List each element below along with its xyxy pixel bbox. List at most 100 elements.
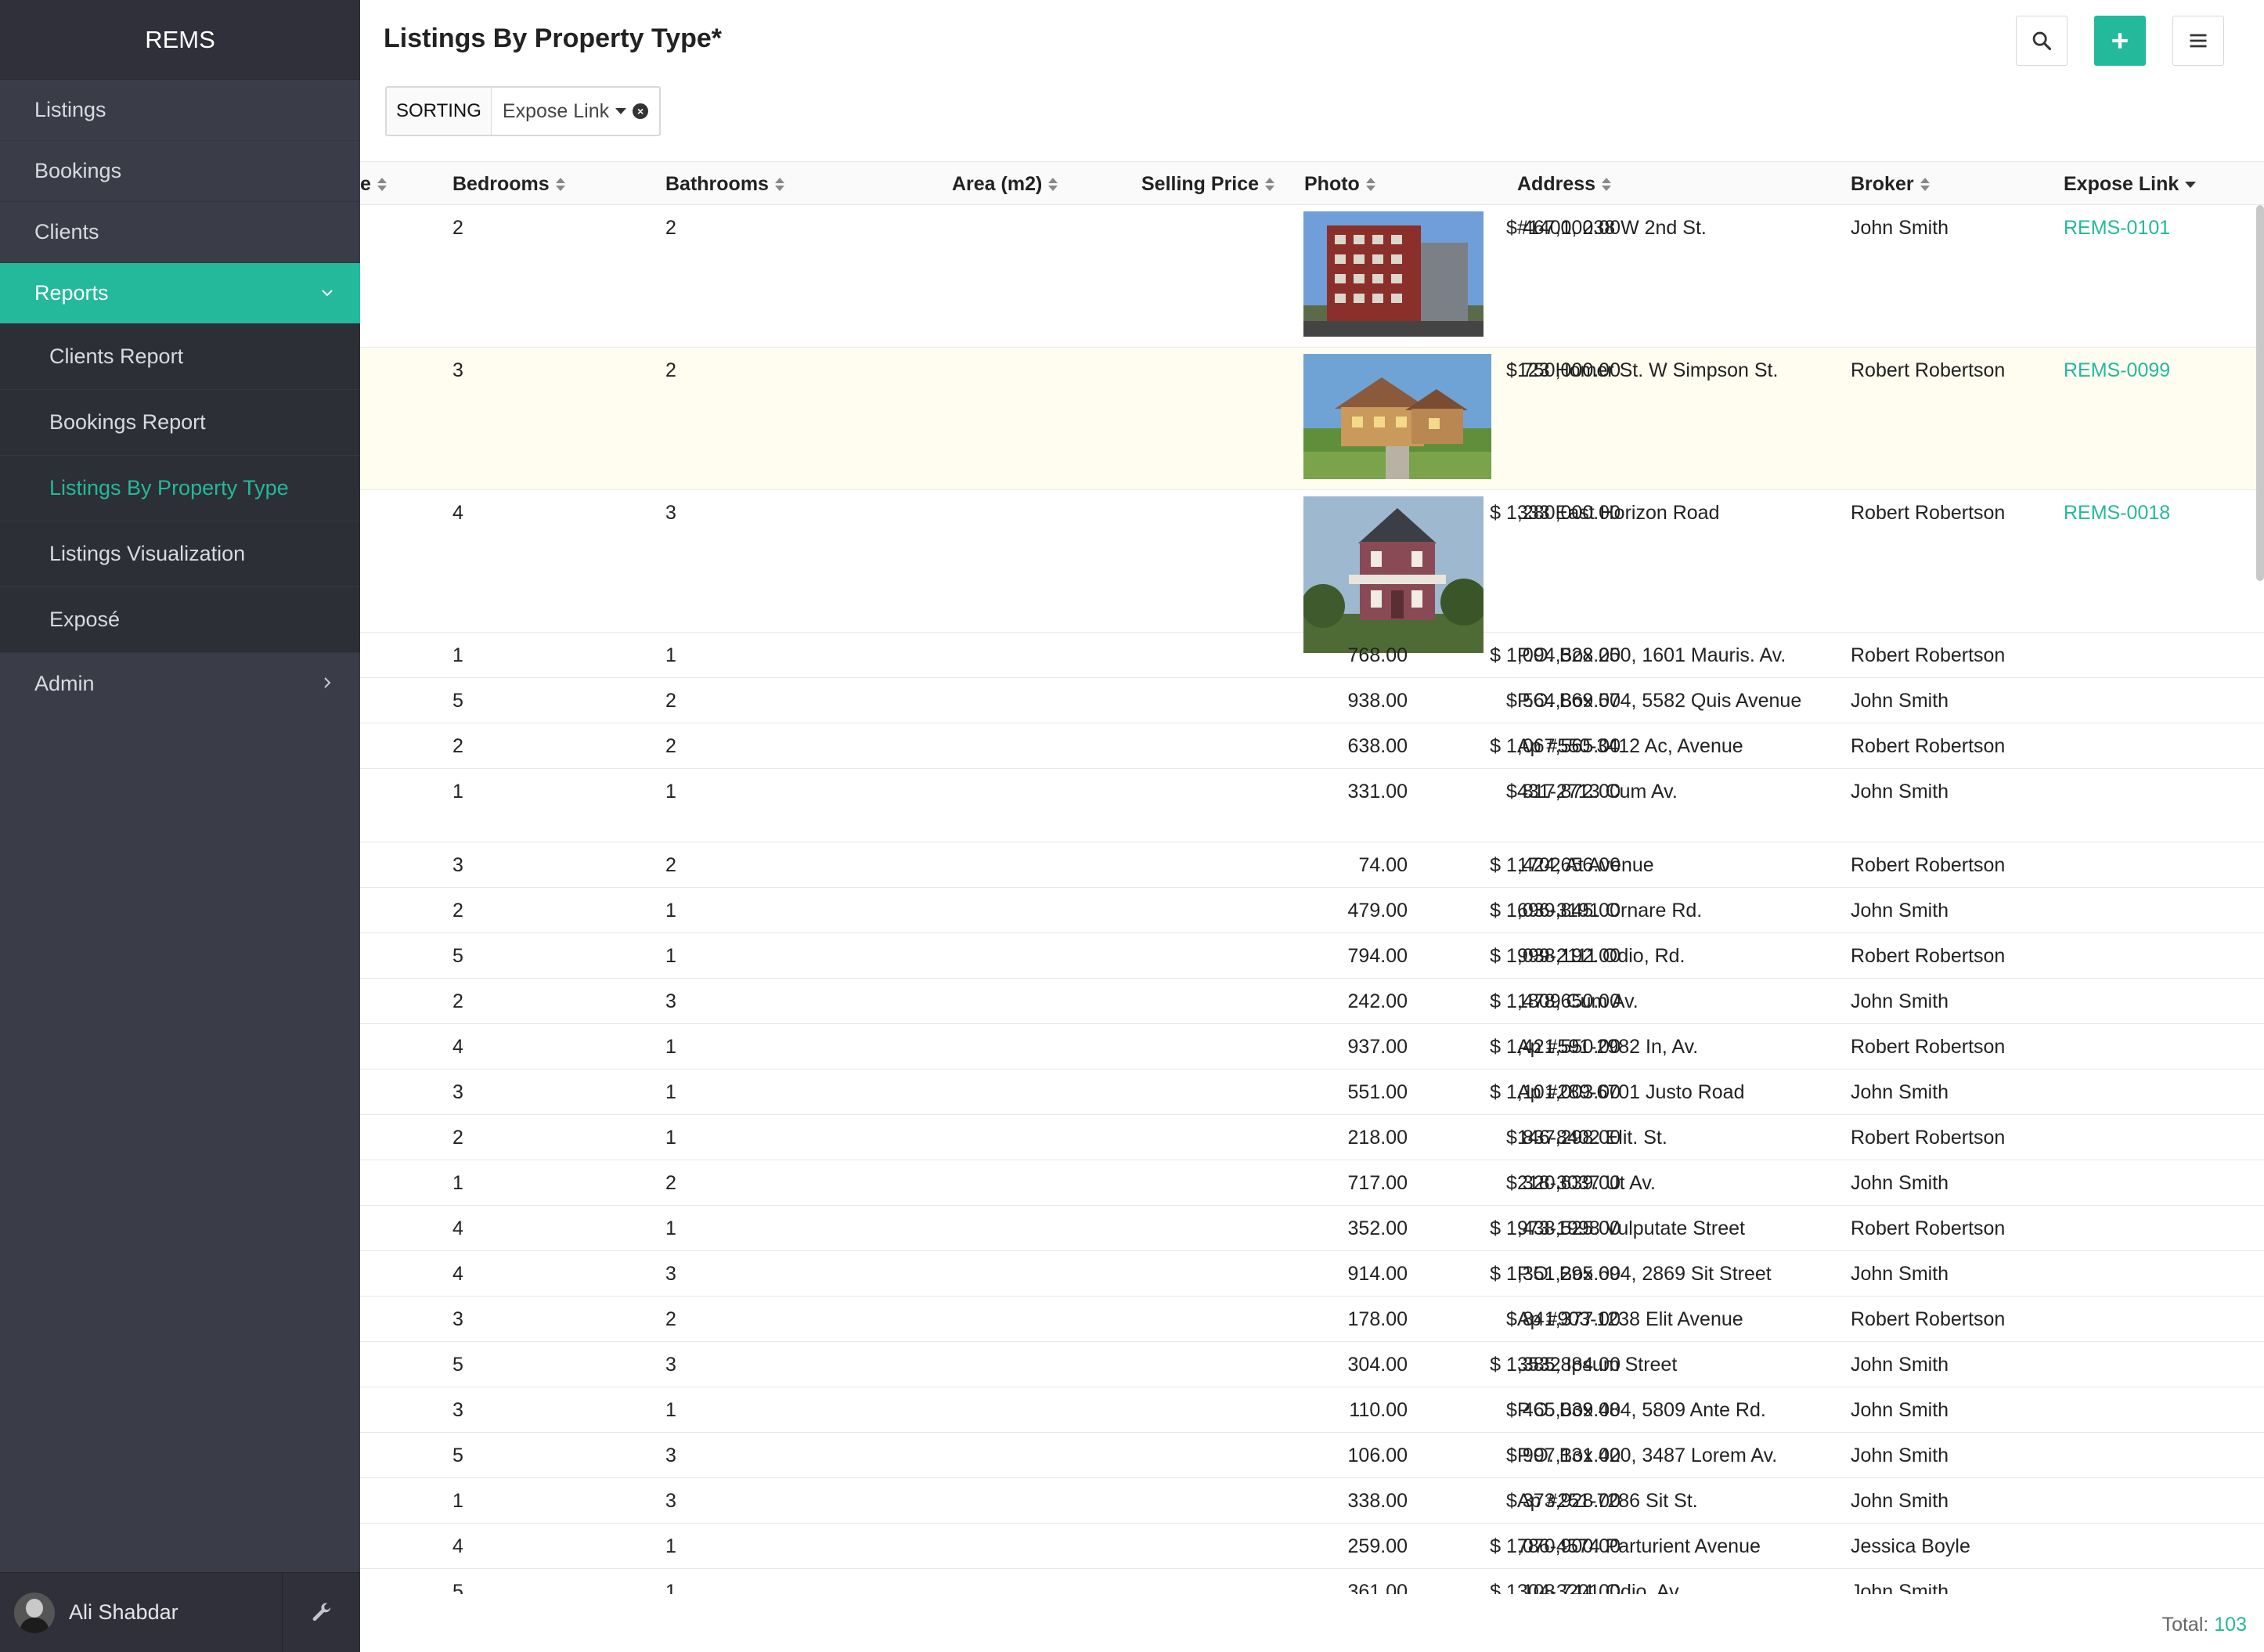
- cell-area: 352.00: [1347, 1217, 1408, 1239]
- column-header-bathrooms[interactable]: Bathrooms: [665, 173, 784, 196]
- sidebar-item-clients[interactable]: Clients: [0, 202, 360, 263]
- sidebar-subitem-label: Bookings Report: [49, 410, 206, 434]
- table-row[interactable]: 2 3 242.00 $ 1,478,650.00 1809 Cum Av. John S…: [360, 979, 2264, 1024]
- sidebar-subitem-bookings-report[interactable]: Bookings Report: [0, 390, 360, 456]
- listing-photo[interactable]: [1303, 354, 1491, 485]
- vertical-scrollbar[interactable]: [2256, 205, 2264, 581]
- cell-broker: John Smith: [1851, 1581, 1949, 1594]
- column-header-photo[interactable]: Photo: [1304, 173, 1375, 196]
- sorting-field-dropdown[interactable]: Expose Link ×: [492, 88, 659, 135]
- cell-broker: Robert Robertson: [1851, 359, 2006, 381]
- cell-broker: Robert Robertson: [1851, 854, 2006, 876]
- table-row[interactable]: 1 3 338.00 $ 373,928.00 Ap #251-7286 Sit St.…: [360, 1478, 2264, 1524]
- table-row[interactable]: 4 3 914.00 $ 1,351,295.00 P.O. Box 694, 2869…: [360, 1251, 2264, 1297]
- table-row[interactable]: 1 2 717.00 $ 320,639.00 218-3037 Ut Av. John …: [360, 1160, 2264, 1206]
- table-row[interactable]: 1 1 331.00 $ 817,872.00 431-2713 Cum Av. John…: [360, 769, 2264, 842]
- table-row[interactable]: 3 1 551.00 $ 1,101,003.00 Ap #289-6701 Justo…: [360, 1069, 2264, 1115]
- sidebar-item-label: Listings: [34, 98, 106, 121]
- cell-area: 479.00: [1347, 900, 1408, 922]
- table-row[interactable]: 5 2 938.00 $ 564,869.00 P.O. Box 574, 5582 Q…: [360, 678, 2264, 723]
- column-header-address[interactable]: Address: [1517, 173, 1612, 196]
- cell-address: P.O. Box 250, 1601 Mauris. Av.: [1517, 644, 1786, 666]
- table-row[interactable]: 3 2 74.00 $ 1,424,656.00 1702 At Avenue Rober…: [360, 842, 2264, 888]
- column-header-selling-price[interactable]: Selling Price: [1141, 173, 1275, 196]
- cell-bedrooms: 5: [452, 1354, 463, 1376]
- search-button[interactable]: [2016, 16, 2068, 66]
- caret-down-icon: [615, 108, 627, 114]
- cell-address: 3532 Ipsum Street: [1517, 1354, 1678, 1376]
- avatar[interactable]: [14, 1592, 55, 1633]
- column-header-expose-link[interactable]: Expose Link: [2064, 173, 2197, 196]
- table-row[interactable]: 2 2 638.00 $ 1,067,565.00 Ap #550-3412 Ac, A…: [360, 723, 2264, 769]
- sort-icon: [377, 177, 387, 193]
- column-header-broker[interactable]: Broker: [1851, 173, 1930, 196]
- remove-sort-icon[interactable]: ×: [633, 103, 649, 119]
- cell-address: #1401, 238 W 2nd St.: [1517, 217, 1707, 239]
- sidebar-item-listings[interactable]: Listings: [0, 80, 360, 141]
- sidebar-subitem-listings-visualization[interactable]: Listings Visualization: [0, 521, 360, 587]
- table-row[interactable]: 3 2 178.00 $ 841,377.00 Ap #903-1238 Elit Av…: [360, 1297, 2264, 1342]
- sidebar-subitem-label: Listings Visualization: [49, 542, 246, 565]
- cell-area: 304.00: [1347, 1354, 1408, 1376]
- table-row[interactable]: 5 1 361.00 $ 1,108,744.00 304-3201 Odio, Av.…: [360, 1569, 2264, 1594]
- sidebar-item-admin[interactable]: Admin: [0, 653, 360, 714]
- column-header-property-type[interactable]: e: [360, 173, 387, 196]
- cell-address: P.O. Box 574, 5582 Quis Avenue: [1517, 690, 1802, 712]
- sort-icon: [774, 177, 784, 193]
- cell-bathrooms: 1: [665, 945, 676, 967]
- expose-link[interactable]: REMS-0101: [2064, 217, 2170, 240]
- total-count: 103: [2214, 1614, 2247, 1636]
- sidebar-subitem-listings-by-property-type[interactable]: Listings By Property Type: [0, 456, 360, 521]
- table-row[interactable]: 2 1 218.00 $ 837,298.00 146-8402 Elit. St. Ro…: [360, 1115, 2264, 1160]
- cell-bedrooms: 1: [452, 644, 463, 666]
- cell-area: 110.00: [1349, 1399, 1408, 1421]
- user-name[interactable]: Ali Shabdar: [69, 1600, 282, 1625]
- menu-button[interactable]: [2172, 16, 2224, 66]
- main-content: Listings By Property Type* SORTING Expos…: [360, 0, 2264, 1652]
- settings-wrench-button[interactable]: [282, 1573, 360, 1652]
- cell-broker: John Smith: [1851, 217, 1949, 239]
- sidebar-item-reports[interactable]: Reports: [0, 263, 360, 324]
- house-photo: [1303, 354, 1491, 479]
- cell-bedrooms: 2: [452, 217, 463, 239]
- table-row[interactable]: 5 3 106.00 $ 997,131.00 P.O. Box 420, 3487 L…: [360, 1433, 2264, 1478]
- listing-photo[interactable]: [1303, 211, 1483, 342]
- cell-bedrooms: 1: [452, 1172, 463, 1194]
- table-footer: Total: 103: [2162, 1614, 2247, 1636]
- cell-bedrooms: 4: [452, 502, 463, 524]
- sidebar-subitem-clients-report[interactable]: Clients Report: [0, 324, 360, 390]
- table-row[interactable]: 3 1 110.00 $ 465,039.00 P.O. Box 484, 5809 A…: [360, 1387, 2264, 1433]
- column-header-label: Area (m2): [952, 173, 1043, 195]
- cell-address: 999-2111 Odio, Rd.: [1517, 945, 1685, 967]
- table-row[interactable]: 4 1 352.00 $ 1,438,525.00 973-1998 Vulputate…: [360, 1206, 2264, 1251]
- brand-logo[interactable]: REMS: [0, 0, 360, 80]
- add-button[interactable]: [2094, 16, 2146, 66]
- table-row[interactable]: 5 1 794.00 $ 1,038,192.00 999-2111 Odio, Rd.…: [360, 933, 2264, 979]
- listings-table: e Bedrooms Bathrooms Area (m2) Selling P…: [360, 161, 2264, 1594]
- table-row[interactable]: 4 1 937.00 $ 1,421,550.00 Ap #591-2982 In, A…: [360, 1024, 2264, 1069]
- sidebar-item-bookings[interactable]: Bookings: [0, 141, 360, 202]
- table-row[interactable]: 1 1 768.00 $ 1,094,528.00 P.O. Box 250, 1601…: [360, 633, 2264, 678]
- table-row[interactable]: 4 1 259.00 $ 1,070,900.00 786-4574 Parturien…: [360, 1524, 2264, 1569]
- table-row[interactable]: 32362.50$ 750,000.00123 Homer St. W Simp…: [360, 348, 2264, 490]
- column-header-area[interactable]: Area (m2): [952, 173, 1058, 196]
- cell-area: 794.00: [1347, 945, 1408, 967]
- column-header-label: Bathrooms: [665, 173, 769, 195]
- column-header-bedrooms[interactable]: Bedrooms: [452, 173, 565, 196]
- chevron-right-icon: [324, 677, 331, 688]
- table-row[interactable]: 2 1 479.00 $ 1,039,845.00 696-3191 Ornare Rd…: [360, 888, 2264, 933]
- table-row[interactable]: 22137.00$ 467,000.00#1401, 238 W 2nd St.…: [360, 205, 2264, 348]
- sidebar-subitem-expose[interactable]: Exposé: [0, 587, 360, 653]
- expose-link[interactable]: REMS-0018: [2064, 502, 2170, 525]
- expose-link[interactable]: REMS-0099: [2064, 359, 2170, 382]
- table-row[interactable]: 5 3 304.00 $ 1,385,884.00 3532 Ipsum Street J…: [360, 1342, 2264, 1387]
- cell-broker: Robert Robertson: [1851, 945, 2006, 967]
- cell-area: 74.00: [1358, 854, 1408, 876]
- cell-broker: Robert Robertson: [1851, 1308, 2006, 1330]
- sort-icon: [1048, 177, 1058, 193]
- table-row[interactable]: 43475.00$ 1,280,000.00333 East Horizon R…: [360, 490, 2264, 653]
- cell-broker: John Smith: [1851, 690, 1949, 712]
- cell-bedrooms: 4: [452, 1535, 463, 1557]
- cell-area: 361.00: [1347, 1581, 1408, 1594]
- cell-area: 259.00: [1347, 1535, 1408, 1557]
